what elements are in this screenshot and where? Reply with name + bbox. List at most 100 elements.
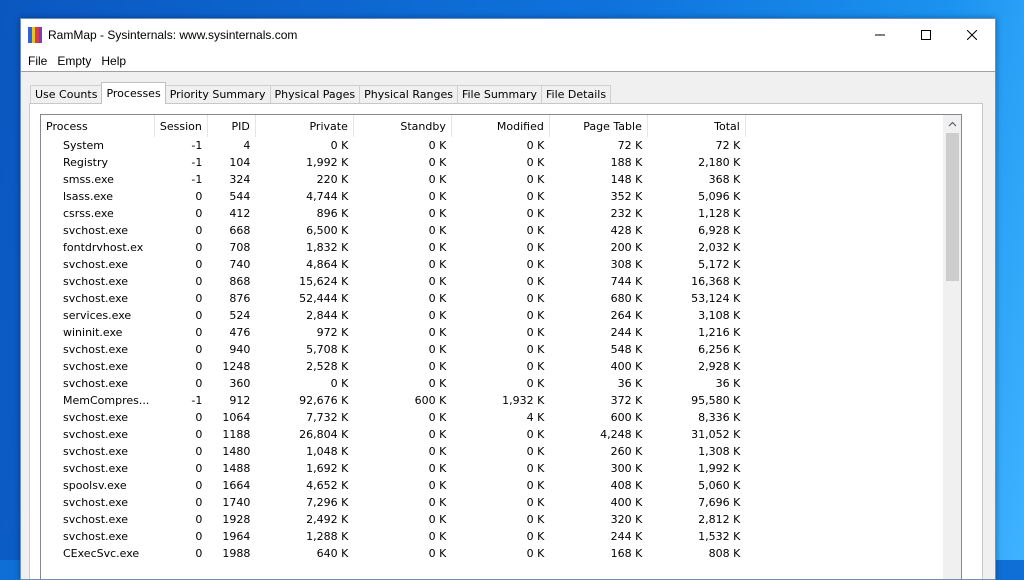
column-header-standby[interactable]: Standby [353, 115, 452, 137]
cell-standby: 0 K [428, 207, 447, 220]
table-row[interactable]: lsass.exe 0 544 4,744 K 0 K 0 K 352 K 5,096 K [41, 188, 745, 205]
cell-standby: 0 K [428, 173, 447, 186]
cell-pid: 544 [229, 190, 251, 203]
table-row[interactable]: svchost.exe 0 1064 7,732 K 0 K 4 K 600 K 8,336 … [41, 409, 745, 426]
tab-priority-summary[interactable]: Priority Summary [164, 85, 271, 104]
cell-session: 0 [195, 258, 203, 271]
table-row[interactable]: svchost.exe 0 668 6,500 K 0 K 0 K 428 K 6,928 K [41, 222, 745, 239]
table-row[interactable]: smss.exe -1 324 220 K 0 K 0 K 148 K 368 K [41, 171, 745, 188]
cell-standby: 0 K [428, 530, 447, 543]
column-header-total[interactable]: Total [647, 115, 746, 137]
table-row[interactable]: svchost.exe 0 940 5,708 K 0 K 0 K 548 K 6,256 K [41, 341, 745, 358]
table-row[interactable]: spoolsv.exe 0 1664 4,652 K 0 K 0 K 408 K 5,060 … [41, 477, 745, 494]
table-row[interactable]: MemCompres... -1 912 92,676 K 600 K 1,932 K 37… [41, 392, 745, 409]
cell-page-table: 308 K [610, 258, 643, 271]
table-row[interactable]: svchost.exe 0 1964 1,288 K 0 K 0 K 244 K 1,532 … [41, 528, 745, 545]
cell-process-name: svchost.exe [63, 428, 129, 441]
menu-help[interactable]: Help [96, 54, 131, 68]
cell-process-name: svchost.exe [63, 462, 129, 475]
title-bar[interactable]: RamMap - Sysinternals: www.sysinternals.… [21, 19, 995, 51]
cell-pid: 476 [229, 326, 251, 339]
cell-page-table: 372 K [610, 394, 643, 407]
table-row[interactable]: svchost.exe 0 1480 1,048 K 0 K 0 K 260 K 1,308 … [41, 443, 745, 460]
cell-private: 0 K [330, 377, 349, 390]
cell-session: 0 [195, 445, 203, 458]
table-row[interactable]: wininit.exe 0 476 972 K 0 K 0 K 244 K 1,216 K [41, 324, 745, 341]
cell-modified: 0 K [526, 275, 545, 288]
cell-session: 0 [195, 547, 203, 560]
cell-pid: 1740 [222, 496, 251, 509]
table-row[interactable]: services.exe 0 524 2,844 K 0 K 0 K 264 K 3,108 … [41, 307, 745, 324]
cell-private: 1,288 K [306, 530, 349, 543]
cell-pid: 1964 [222, 530, 251, 543]
cell-pid: 708 [229, 241, 251, 254]
tab-processes[interactable]: Processes [101, 82, 166, 104]
table-row[interactable]: svchost.exe 0 1248 2,528 K 0 K 0 K 400 K 2,928 … [41, 358, 745, 375]
table-row[interactable]: svchost.exe 0 1188 26,804 K 0 K 0 K 4,248 K 31,… [41, 426, 745, 443]
table-row[interactable]: System -1 4 0 K 0 K 0 K 72 K 72 K [41, 137, 745, 154]
cell-total: 8,336 K [698, 411, 741, 424]
table-row[interactable]: svchost.exe 0 1928 2,492 K 0 K 0 K 320 K 2,812 … [41, 511, 745, 528]
cell-total: 1,308 K [698, 445, 741, 458]
minimize-button[interactable] [857, 19, 903, 51]
cell-page-table: 300 K [610, 462, 643, 475]
cell-process-name: System [63, 139, 105, 152]
table-row[interactable]: Registry -1 104 1,992 K 0 K 0 K 188 K 2,180 K [41, 154, 745, 171]
column-header-session[interactable]: Session [154, 115, 208, 137]
table-row[interactable]: csrss.exe 0 412 896 K 0 K 0 K 232 K 1,128 K [41, 205, 745, 222]
cell-process-name: wininit.exe [63, 326, 123, 339]
menu-empty[interactable]: Empty [52, 54, 96, 68]
tab-strip: Use Counts Processes Priority Summary Ph… [30, 82, 612, 104]
cell-pid: 868 [229, 275, 251, 288]
cell-modified: 0 K [526, 173, 545, 186]
cell-modified: 0 K [526, 156, 545, 169]
cell-standby: 600 K [414, 394, 447, 407]
maximize-icon [921, 30, 931, 40]
cell-pid: 1664 [222, 479, 251, 492]
cell-total: 808 K [708, 547, 741, 560]
cell-total: 2,812 K [698, 513, 741, 526]
maximize-button[interactable] [903, 19, 949, 51]
table-row[interactable]: svchost.exe 0 1740 7,296 K 0 K 0 K 400 K 7,696 … [41, 494, 745, 511]
cell-process-name: svchost.exe [63, 224, 129, 237]
cell-total: 1,992 K [698, 462, 741, 475]
cell-private: 2,844 K [306, 309, 349, 322]
column-header-modified[interactable]: Modified [451, 115, 550, 137]
process-list[interactable]: Process Session PID Private Standby Modi… [40, 114, 962, 579]
table-row[interactable]: svchost.exe 0 1488 1,692 K 0 K 0 K 300 K 1,992 … [41, 460, 745, 477]
cell-standby: 0 K [428, 479, 447, 492]
table-row[interactable]: fontdrvhost.ex 0 708 1,832 K 0 K 0 K 200 K 2,03… [41, 239, 745, 256]
table-row[interactable]: svchost.exe 0 868 15,624 K 0 K 0 K 744 K 16,368… [41, 273, 745, 290]
cell-total: 31,052 K [691, 428, 741, 441]
cell-modified: 0 K [526, 496, 545, 509]
table-row[interactable]: svchost.exe 0 360 0 K 0 K 0 K 36 K 36 K [41, 375, 745, 392]
menu-file[interactable]: File [23, 54, 52, 68]
cell-modified: 0 K [526, 530, 545, 543]
cell-session: 0 [195, 224, 203, 237]
tab-file-details[interactable]: File Details [541, 85, 612, 104]
tab-physical-ranges[interactable]: Physical Ranges [359, 85, 458, 104]
cell-session: 0 [195, 190, 203, 203]
cell-pid: 412 [229, 207, 251, 220]
cell-pid: 1928 [222, 513, 251, 526]
tab-use-counts[interactable]: Use Counts [30, 85, 103, 104]
cell-total: 6,928 K [698, 224, 741, 237]
tab-physical-pages[interactable]: Physical Pages [269, 85, 361, 104]
column-header-pid[interactable]: PID [207, 115, 256, 137]
cell-session: 0 [195, 496, 203, 509]
column-header-private[interactable]: Private [255, 115, 354, 137]
column-header-page-table[interactable]: Page Table [549, 115, 648, 137]
cell-standby: 0 K [428, 496, 447, 509]
close-button[interactable] [949, 19, 995, 51]
cell-session: 0 [195, 530, 203, 543]
column-header-process[interactable]: Process [41, 115, 155, 137]
vertical-scrollbar[interactable] [943, 115, 961, 579]
tab-file-summary[interactable]: File Summary [456, 85, 543, 104]
cell-pid: 912 [229, 394, 251, 407]
scroll-thumb[interactable] [946, 133, 959, 281]
table-row[interactable]: CExecSvc.exe 0 1988 640 K 0 K 0 K 168 K 808 K [41, 545, 745, 562]
table-row[interactable]: svchost.exe 0 740 4,864 K 0 K 0 K 308 K 5,172 K [41, 256, 745, 273]
scroll-up-button[interactable] [944, 115, 961, 132]
table-row[interactable]: svchost.exe 0 876 52,444 K 0 K 0 K 680 K 53,124… [41, 290, 745, 307]
cell-private: 1,048 K [306, 445, 349, 458]
